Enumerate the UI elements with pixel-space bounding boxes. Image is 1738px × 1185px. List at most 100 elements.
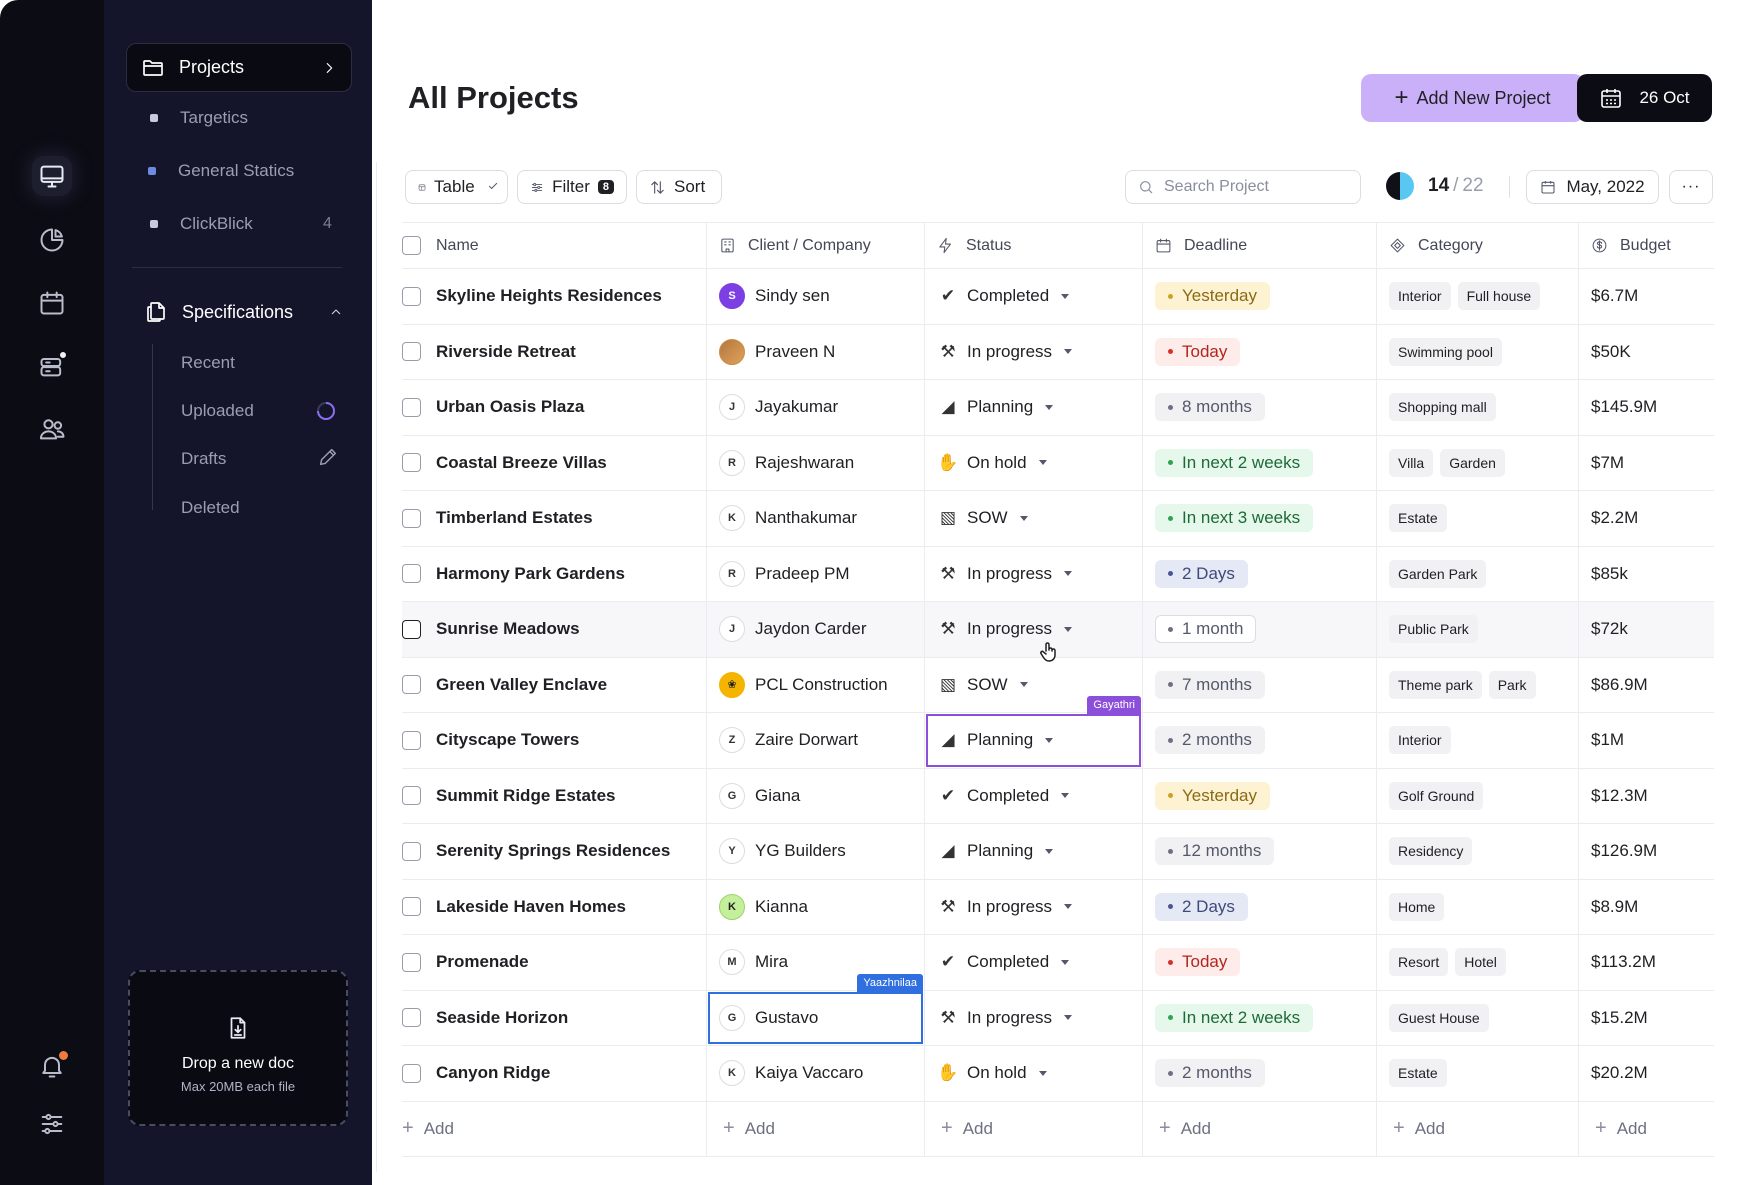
caret-down-icon[interactable] bbox=[1045, 404, 1054, 410]
header-category[interactable]: Category bbox=[1377, 223, 1579, 268]
caret-down-icon[interactable] bbox=[1064, 904, 1073, 910]
status-cell[interactable]: ✔ Completed bbox=[925, 768, 1143, 823]
category-cell[interactable]: Residency bbox=[1377, 824, 1579, 879]
category-tag[interactable]: Estate bbox=[1389, 1059, 1447, 1088]
search-input[interactable] bbox=[1164, 178, 1344, 196]
specifications-toggle[interactable]: Specifications bbox=[144, 300, 344, 324]
monitor-icon[interactable] bbox=[32, 156, 72, 196]
row-checkbox[interactable] bbox=[402, 786, 421, 806]
bell-icon[interactable] bbox=[32, 1046, 72, 1086]
budget-cell[interactable]: $6.7M bbox=[1579, 269, 1714, 324]
caret-down-icon[interactable] bbox=[1061, 959, 1070, 965]
pencil-icon[interactable] bbox=[317, 446, 339, 468]
sidebar-item-general-statics[interactable]: General Statics bbox=[148, 161, 294, 181]
add-cell[interactable]: + Add bbox=[707, 1101, 925, 1156]
category-cell[interactable]: Garden Park bbox=[1377, 546, 1579, 601]
status-cell[interactable]: ✔ Completed bbox=[925, 269, 1143, 324]
deadline-cell[interactable]: Today bbox=[1143, 935, 1377, 990]
header-deadline[interactable]: Deadline bbox=[1143, 223, 1377, 268]
category-tag[interactable]: Golf Ground bbox=[1389, 781, 1484, 810]
category-tag[interactable]: Residency bbox=[1389, 837, 1473, 866]
client-cell[interactable]: Praveen N bbox=[707, 324, 925, 379]
budget-cell[interactable]: $126.9M bbox=[1579, 824, 1714, 879]
deadline-cell[interactable]: 2 Days bbox=[1143, 879, 1377, 934]
name-cell[interactable]: Canyon Ridge bbox=[402, 1046, 707, 1101]
drop-zone[interactable]: Drop a new doc Max 20MB each file bbox=[128, 970, 348, 1126]
row-checkbox[interactable] bbox=[402, 675, 421, 695]
deadline-cell[interactable]: In next 2 weeks bbox=[1143, 990, 1377, 1045]
row-checkbox[interactable] bbox=[402, 508, 421, 528]
table-row[interactable]: Timberland Estates K Nanthakumar ▧ SOW I… bbox=[402, 491, 1714, 547]
header-client[interactable]: Client / Company bbox=[707, 223, 925, 268]
more-options-button[interactable]: ··· bbox=[1669, 170, 1713, 204]
header-budget[interactable]: Budget bbox=[1579, 223, 1714, 268]
sidebar-item-targetics[interactable]: Targetics bbox=[150, 108, 248, 128]
category-tag[interactable]: Full house bbox=[1457, 282, 1541, 311]
status-cell[interactable]: ◢ Planning Gayathri bbox=[925, 696, 1143, 768]
table-row[interactable]: Serenity Springs Residences Y YG Builder… bbox=[402, 824, 1714, 880]
budget-cell[interactable]: $145.9M bbox=[1579, 380, 1714, 435]
table-row[interactable]: Summit Ridge Estates G Giana ✔ Completed… bbox=[402, 768, 1714, 824]
caret-down-icon[interactable] bbox=[1061, 793, 1070, 799]
table-row[interactable]: Cityscape Towers Z Zaire Dorwart ◢ Plann… bbox=[402, 696, 1714, 769]
caret-down-icon[interactable] bbox=[1038, 460, 1047, 466]
row-checkbox[interactable] bbox=[402, 619, 421, 639]
budget-cell[interactable]: $12.3M bbox=[1579, 769, 1714, 824]
row-checkbox[interactable] bbox=[402, 342, 421, 362]
client-cell[interactable]: R Pradeep PM bbox=[707, 546, 925, 601]
client-cell[interactable]: J Jaydon Carder bbox=[707, 602, 925, 657]
sub-item-uploaded[interactable]: Uploaded bbox=[181, 401, 254, 421]
category-tag[interactable]: Garden bbox=[1440, 448, 1505, 477]
filter-button[interactable]: Filter 8 bbox=[517, 170, 627, 204]
add-new-project-button[interactable]: + Add New Project bbox=[1361, 74, 1584, 122]
category-cell[interactable]: Theme park Park bbox=[1377, 657, 1579, 712]
calendar-icon[interactable] bbox=[32, 283, 72, 323]
deadline-cell[interactable]: Yesterday bbox=[1143, 768, 1377, 823]
caret-down-icon[interactable] bbox=[1045, 737, 1054, 743]
category-cell[interactable]: Golf Ground bbox=[1377, 768, 1579, 823]
category-cell[interactable]: Estate bbox=[1377, 1046, 1579, 1101]
deadline-cell[interactable]: 2 months bbox=[1143, 1046, 1377, 1101]
category-cell[interactable]: Interior bbox=[1377, 713, 1579, 768]
table-row[interactable]: Harmony Park Gardens R Pradeep PM ⚒ In p… bbox=[402, 546, 1714, 602]
inbox-alert-icon[interactable] bbox=[32, 346, 72, 386]
table-row[interactable]: Green Valley Enclave ❀ PCL Construction … bbox=[402, 657, 1714, 713]
row-checkbox[interactable] bbox=[402, 397, 421, 417]
name-cell[interactable]: Cityscape Towers bbox=[402, 713, 707, 768]
status-cell[interactable]: ⚒ In progress bbox=[925, 879, 1143, 934]
category-cell[interactable]: Guest House bbox=[1377, 990, 1579, 1045]
budget-cell[interactable]: $86.9M bbox=[1579, 658, 1714, 713]
client-cell[interactable]: K Kianna bbox=[707, 879, 925, 934]
add-cell[interactable]: + Add bbox=[1143, 1101, 1377, 1156]
table-row[interactable]: Skyline Heights Residences S Sindy sen ✔… bbox=[402, 269, 1714, 325]
name-cell[interactable]: Summit Ridge Estates bbox=[402, 768, 707, 823]
client-cell[interactable]: R Rajeshwaran bbox=[707, 435, 925, 490]
add-cell[interactable]: + Add bbox=[1579, 1102, 1714, 1157]
deadline-cell[interactable]: In next 2 weeks bbox=[1143, 435, 1377, 490]
table-row[interactable]: Riverside Retreat Praveen N ⚒ In progres… bbox=[402, 324, 1714, 380]
users-icon[interactable] bbox=[32, 409, 72, 449]
category-cell[interactable]: Shopping mall bbox=[1377, 380, 1579, 435]
budget-cell[interactable]: $72k bbox=[1579, 602, 1714, 657]
deadline-cell[interactable]: 2 Days bbox=[1143, 546, 1377, 601]
caret-down-icon[interactable] bbox=[1045, 848, 1054, 854]
name-cell[interactable]: Skyline Heights Residences bbox=[402, 269, 707, 324]
client-cell[interactable]: ❀ PCL Construction bbox=[707, 657, 925, 712]
budget-cell[interactable]: $7M bbox=[1579, 436, 1714, 491]
header-name[interactable]: Name bbox=[402, 223, 707, 268]
deadline-cell[interactable]: 8 months bbox=[1143, 380, 1377, 435]
name-cell[interactable]: Green Valley Enclave bbox=[402, 657, 707, 712]
name-cell[interactable]: Urban Oasis Plaza bbox=[402, 380, 707, 435]
row-checkbox[interactable] bbox=[402, 286, 421, 306]
row-checkbox[interactable] bbox=[402, 1063, 421, 1083]
client-cell[interactable]: K Nanthakumar bbox=[707, 491, 925, 546]
pie-chart-icon[interactable] bbox=[32, 220, 72, 260]
client-cell[interactable]: S Sindy sen bbox=[707, 269, 925, 324]
client-cell[interactable]: K Kaiya Vaccaro bbox=[707, 1046, 925, 1101]
deadline-cell[interactable]: 7 months bbox=[1143, 657, 1377, 712]
category-tag[interactable]: Park bbox=[1488, 670, 1536, 699]
status-cell[interactable]: ✋ On hold bbox=[925, 1046, 1143, 1101]
row-checkbox[interactable] bbox=[402, 564, 421, 584]
category-cell[interactable]: Resort Hotel bbox=[1377, 935, 1579, 990]
status-cell[interactable]: ⚒ In progress bbox=[925, 990, 1143, 1045]
